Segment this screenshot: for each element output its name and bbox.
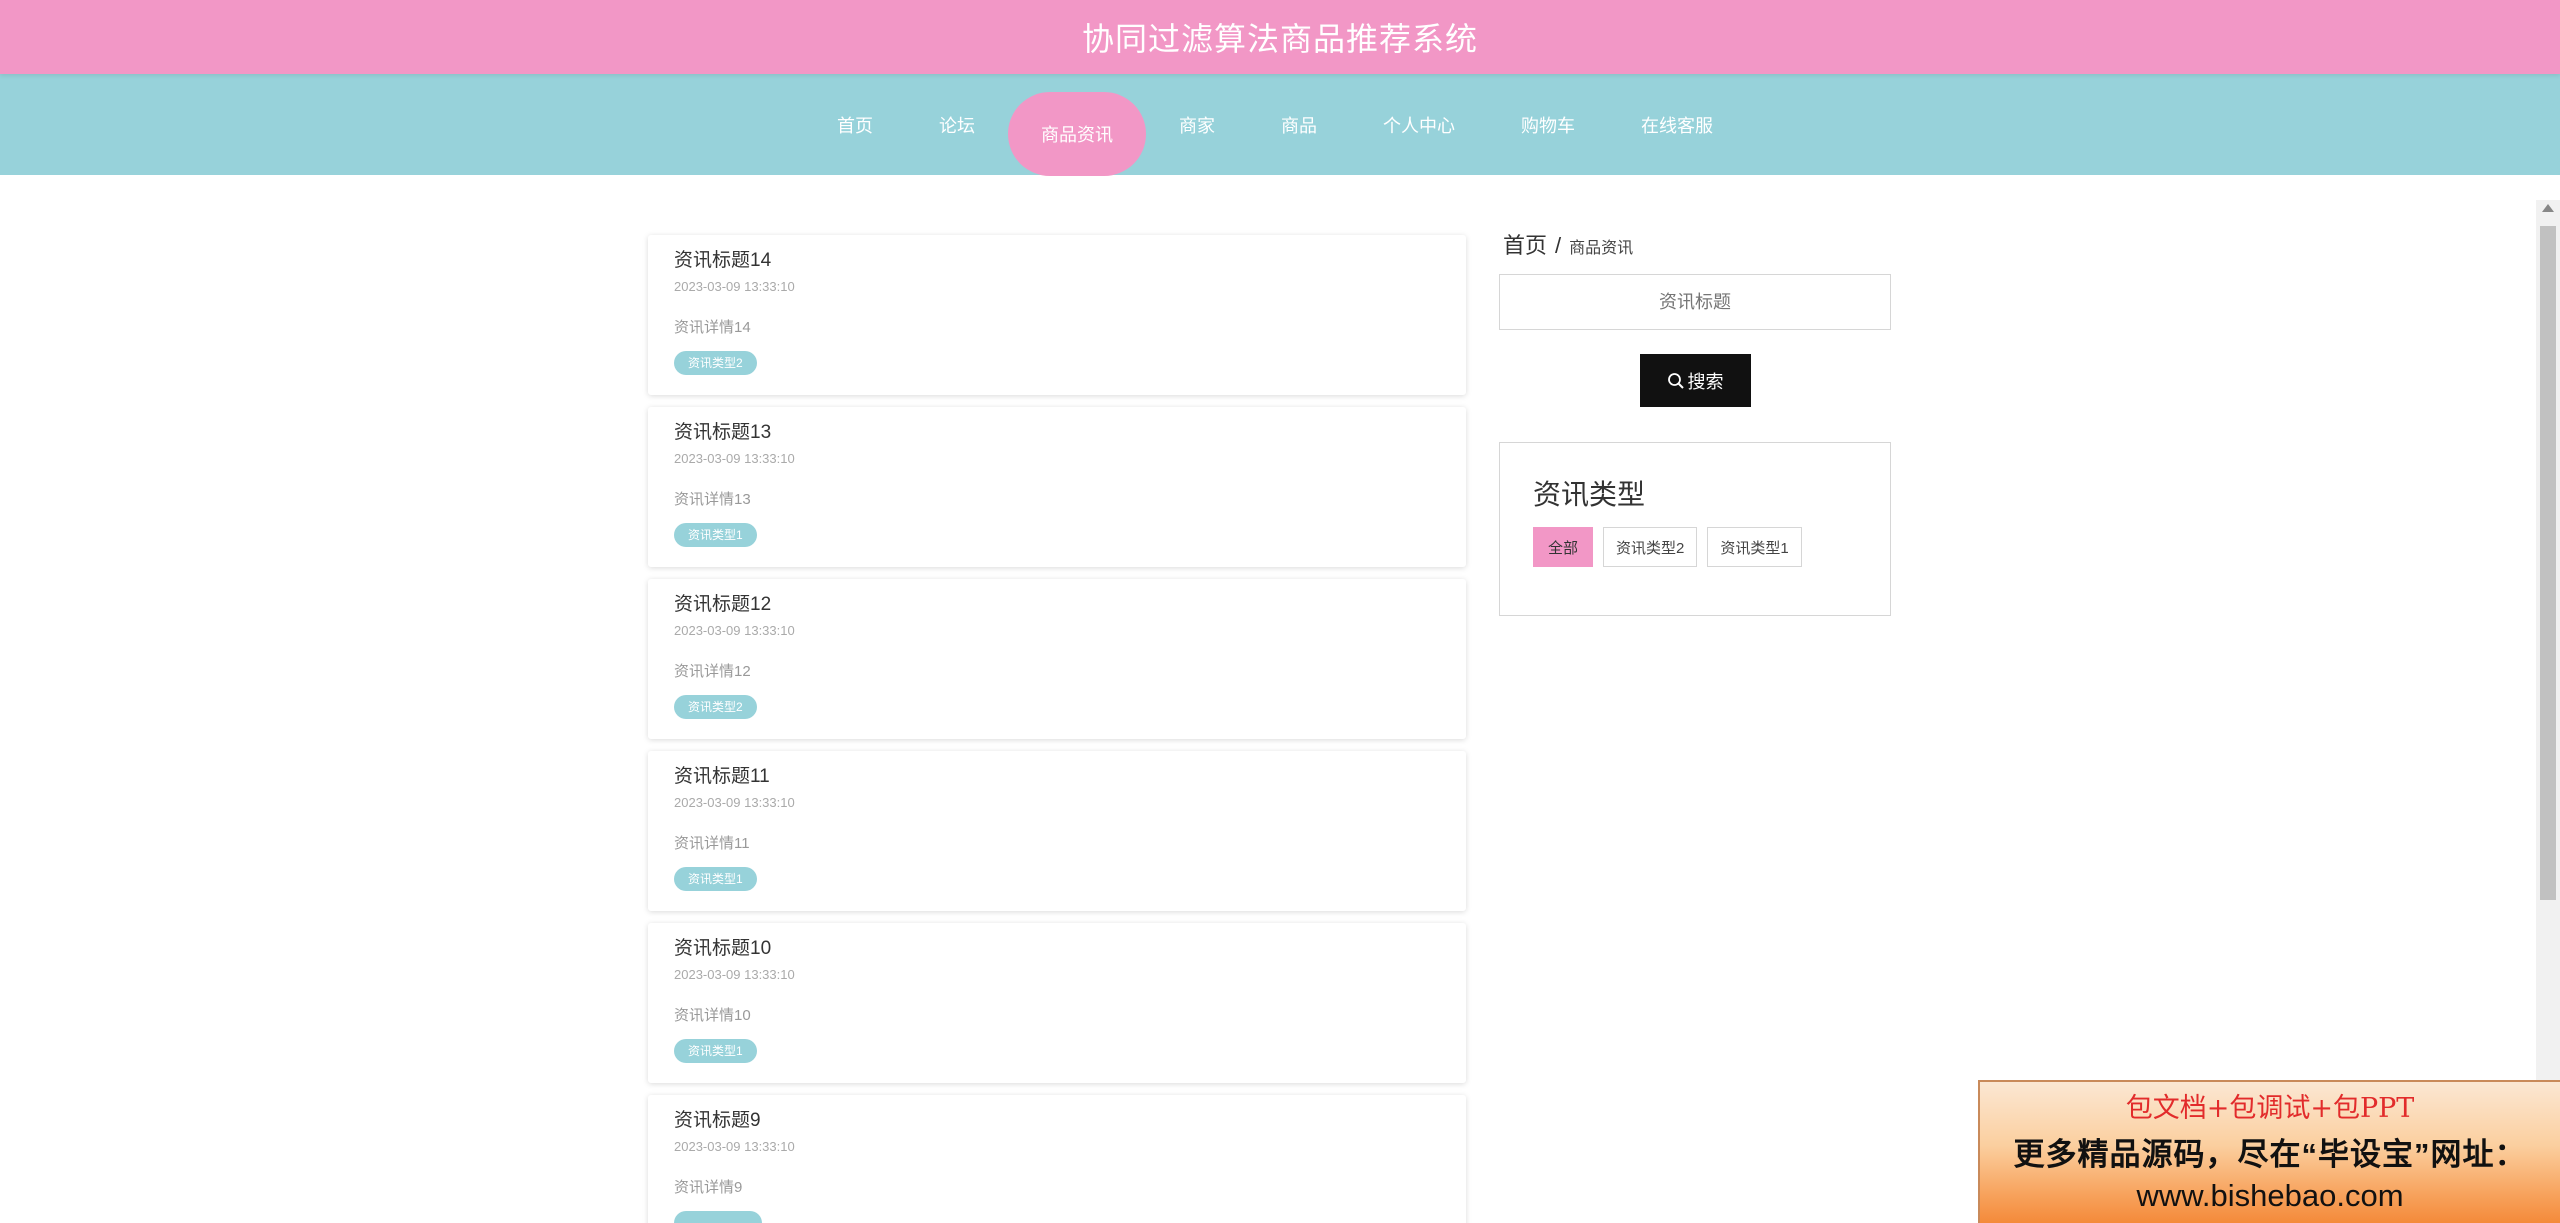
nav-item-personal-center[interactable]: 个人中心 [1350, 83, 1488, 167]
news-desc: 资讯详情11 [674, 835, 750, 852]
news-tag: 资讯类型1 [674, 523, 757, 547]
news-card[interactable]: 资讯标题12 2023-03-09 13:33:10 资讯详情12 资讯类型2 [648, 579, 1466, 739]
news-desc: 资讯详情12 [674, 663, 751, 680]
news-time: 2023-03-09 13:33:10 [674, 623, 795, 638]
news-card[interactable]: 资讯标题9 2023-03-09 13:33:10 资讯详情9 [648, 1095, 1466, 1223]
nav-item-home[interactable]: 首页 [804, 83, 906, 167]
news-desc: 资讯详情10 [674, 1007, 751, 1024]
news-type-list: 全部 资讯类型2 资讯类型1 [1533, 527, 1857, 567]
news-tag [674, 1211, 762, 1223]
ad-line-3: www.bishebao.com [2136, 1178, 2404, 1213]
news-tag: 资讯类型1 [674, 1039, 757, 1063]
news-tag: 资讯类型2 [674, 351, 757, 375]
news-type-filter: 资讯类型 全部 资讯类型2 资讯类型1 [1499, 442, 1891, 616]
type-chip-type1[interactable]: 资讯类型1 [1707, 527, 1802, 567]
page-scrollbar[interactable] [2536, 200, 2560, 1223]
news-title[interactable]: 资讯标题14 [674, 249, 1440, 273]
nav-list: 首页 论坛 商品资讯 商家 商品 个人中心 购物车 在线客服 [804, 74, 1746, 176]
breadcrumb-separator: / [1555, 233, 1562, 258]
nav-item-products[interactable]: 商品 [1248, 83, 1350, 167]
nav-item-forum[interactable]: 论坛 [906, 83, 1008, 167]
search-icon [1667, 372, 1684, 389]
news-card[interactable]: 资讯标题11 2023-03-09 13:33:10 资讯详情11 资讯类型1 [648, 751, 1466, 911]
search-button-label: 搜索 [1687, 371, 1724, 392]
search-button[interactable]: 搜索 [1639, 354, 1751, 407]
nav-item-merchant[interactable]: 商家 [1146, 83, 1248, 167]
news-desc: 资讯详情14 [674, 319, 751, 336]
news-time: 2023-03-09 13:33:10 [674, 451, 795, 466]
ad-banner[interactable]: 包文档+包调试+包PPT 更多精品源码，尽在“毕设宝”网址： www.bishe… [1978, 1080, 2560, 1223]
news-title[interactable]: 资讯标题9 [674, 1109, 1440, 1133]
news-time: 2023-03-09 13:33:10 [674, 279, 795, 294]
search-button-wrap: 搜索 [1499, 354, 1891, 407]
site-header: 协同过滤算法商品推荐系统 [0, 0, 2560, 74]
news-time: 2023-03-09 13:33:10 [674, 967, 795, 982]
news-time: 2023-03-09 13:33:10 [674, 795, 795, 810]
news-title[interactable]: 资讯标题12 [674, 593, 1440, 617]
nav-item-customer-service[interactable]: 在线客服 [1608, 83, 1746, 167]
news-type-heading: 资讯类型 [1533, 479, 1646, 510]
news-card[interactable]: 资讯标题10 2023-03-09 13:33:10 资讯详情10 资讯类型1 [648, 923, 1466, 1083]
news-tag: 资讯类型2 [674, 695, 757, 719]
ad-line-1: 包文档+包调试+包PPT [2125, 1093, 2415, 1124]
news-tag: 资讯类型1 [674, 867, 757, 891]
nav-item-cart[interactable]: 购物车 [1488, 83, 1608, 167]
news-title[interactable]: 资讯标题13 [674, 421, 1440, 445]
news-title[interactable]: 资讯标题11 [674, 765, 1440, 789]
main-nav: 首页 论坛 商品资讯 商家 商品 个人中心 购物车 在线客服 [0, 74, 2560, 176]
type-chip-type2[interactable]: 资讯类型2 [1603, 527, 1698, 567]
news-title[interactable]: 资讯标题10 [674, 937, 1440, 961]
news-desc: 资讯详情9 [674, 1179, 743, 1196]
scroll-thumb[interactable] [2540, 226, 2556, 900]
news-desc: 资讯详情13 [674, 491, 751, 508]
type-chip-all[interactable]: 全部 [1533, 527, 1594, 567]
breadcrumb-home[interactable]: 首页 [1503, 228, 1547, 260]
sidebar: 首页 / 商品资讯 搜索 资讯类型 全部 资讯类型2 资讯类型1 [1499, 228, 1891, 616]
site-title: 协同过滤算法商品推荐系统 [1081, 21, 1478, 57]
search-input[interactable] [1499, 274, 1891, 330]
ad-line-2: 更多精品源码，尽在“毕设宝”网址： [2013, 1137, 2527, 1172]
scroll-up-arrow-icon[interactable] [2542, 204, 2554, 212]
news-card[interactable]: 资讯标题13 2023-03-09 13:33:10 资讯详情13 资讯类型1 [648, 407, 1466, 567]
news-list: 资讯标题14 2023-03-09 13:33:10 资讯详情14 资讯类型2 … [648, 235, 1466, 1223]
news-card[interactable]: 资讯标题14 2023-03-09 13:33:10 资讯详情14 资讯类型2 [648, 235, 1466, 395]
nav-item-product-news[interactable]: 商品资讯 [1008, 91, 1146, 176]
breadcrumb: 首页 / 商品资讯 [1499, 228, 1891, 260]
breadcrumb-current: 商品资讯 [1569, 240, 1634, 257]
news-time: 2023-03-09 13:33:10 [674, 1139, 795, 1154]
